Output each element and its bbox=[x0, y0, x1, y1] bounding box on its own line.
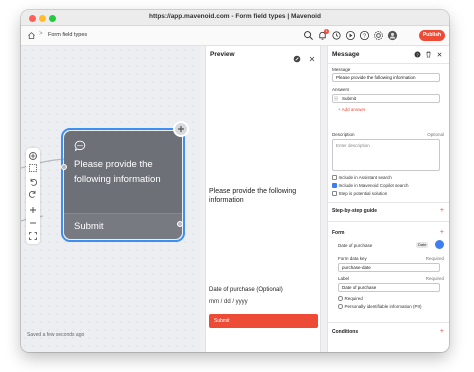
add-node-button[interactable] bbox=[173, 121, 189, 137]
notification-badge: 1 bbox=[324, 29, 329, 34]
preview-date-input[interactable]: mm / dd / yyyy bbox=[209, 299, 317, 305]
close-icon[interactable] bbox=[308, 55, 316, 63]
undo-icon[interactable] bbox=[28, 177, 38, 187]
trash-icon[interactable] bbox=[425, 51, 432, 58]
settings-icon[interactable] bbox=[373, 30, 384, 41]
node-answer-label: Submit bbox=[74, 221, 104, 232]
add-condition-button[interactable]: + bbox=[440, 328, 444, 335]
copilot-search-option[interactable]: Include in Mavenoid Copilot search bbox=[332, 183, 409, 188]
avatar-icon[interactable] bbox=[387, 30, 398, 41]
checkbox[interactable] bbox=[332, 191, 337, 196]
form-item-label[interactable]: Date of purchase bbox=[338, 243, 372, 248]
potential-solution-option[interactable]: Step is potential solution bbox=[332, 191, 387, 196]
divider bbox=[328, 322, 449, 323]
panel-title: Message bbox=[332, 51, 360, 58]
divider bbox=[328, 202, 449, 203]
save-status: Saved a few seconds ago bbox=[27, 332, 85, 338]
edit-icon[interactable] bbox=[293, 55, 301, 63]
drag-icon[interactable] bbox=[334, 96, 338, 101]
help-icon[interactable]: ? bbox=[414, 51, 421, 58]
form-data-key-field[interactable]: purchase-date bbox=[338, 263, 440, 272]
copilot-search-label: Include in Mavenoid Copilot search bbox=[338, 183, 409, 188]
properties-panel: Message ? Message Please provide the fol… bbox=[327, 46, 449, 352]
checkbox[interactable] bbox=[338, 296, 343, 301]
required-option[interactable]: Required bbox=[338, 296, 363, 301]
label-required: Required bbox=[425, 276, 444, 281]
play-icon[interactable] bbox=[345, 30, 356, 41]
step-by-step-section[interactable]: Step-by-step guide bbox=[332, 208, 377, 214]
history-icon[interactable] bbox=[331, 30, 342, 41]
breadcrumb-current[interactable]: Form field types bbox=[48, 32, 87, 38]
potential-solution-label: Step is potential solution bbox=[338, 191, 388, 196]
assistant-search-option[interactable]: Include in Assistant search bbox=[332, 175, 392, 180]
conditions-section[interactable]: Conditions bbox=[332, 329, 358, 335]
checkbox[interactable] bbox=[332, 175, 337, 180]
search-icon[interactable] bbox=[303, 30, 314, 41]
plus-icon bbox=[178, 126, 184, 132]
answer-field[interactable]: Submit bbox=[332, 94, 440, 103]
form-data-key-required: Required bbox=[425, 256, 444, 261]
fit-icon[interactable] bbox=[28, 231, 38, 241]
label-label: Label bbox=[338, 276, 350, 281]
divider bbox=[328, 221, 449, 222]
checkbox[interactable] bbox=[338, 304, 343, 309]
flow-canvas[interactable]: Please provide the following information… bbox=[21, 46, 200, 352]
browser-window: https://app.mavenoid.com - Form field ty… bbox=[21, 10, 449, 352]
answers-label: Answers bbox=[332, 87, 350, 92]
titlebar: https://app.mavenoid.com - Form field ty… bbox=[21, 10, 449, 26]
message-field[interactable]: Please provide the following information bbox=[332, 73, 440, 82]
description-field[interactable]: Enter description bbox=[332, 139, 440, 171]
form-item-toggle[interactable] bbox=[435, 240, 444, 249]
form-data-key-label: Form data key bbox=[338, 256, 367, 261]
checkbox[interactable] bbox=[332, 183, 337, 188]
description-label: Description bbox=[332, 132, 355, 137]
redo-icon[interactable] bbox=[28, 189, 38, 199]
preview-title: Preview bbox=[210, 51, 235, 58]
node-message-text: Please provide the following information bbox=[74, 159, 161, 185]
zoom-in-icon[interactable] bbox=[28, 205, 38, 215]
preview-actions bbox=[293, 50, 316, 68]
message-node[interactable]: Please provide the following information… bbox=[64, 131, 182, 239]
node-output-handle[interactable] bbox=[177, 221, 183, 227]
node-input-handle[interactable] bbox=[61, 164, 67, 170]
label-field[interactable]: Date of purchase bbox=[338, 283, 440, 292]
publish-button[interactable]: Publish bbox=[419, 30, 445, 41]
assistant-search-label: Include in Assistant search bbox=[338, 175, 392, 180]
add-step-button[interactable]: + bbox=[440, 207, 444, 214]
window-title: https://app.mavenoid.com - Form field ty… bbox=[149, 13, 321, 20]
home-icon[interactable] bbox=[27, 31, 36, 40]
preview-date-label: Date of purchase (Optional) bbox=[209, 287, 283, 293]
add-answer-link[interactable]: + Add answer bbox=[338, 107, 365, 112]
preview-submit-button[interactable]: Submit bbox=[209, 314, 318, 328]
svg-text:?: ? bbox=[363, 34, 366, 40]
pii-option[interactable]: Personally identifiable information (PII… bbox=[338, 304, 422, 309]
zoom-out-icon[interactable] bbox=[28, 218, 38, 228]
close-icon[interactable] bbox=[436, 51, 443, 58]
divider bbox=[328, 63, 449, 64]
select-icon[interactable] bbox=[28, 163, 38, 173]
preview-message: Please provide the following information bbox=[209, 188, 297, 204]
form-item-type-tag: Date bbox=[416, 242, 429, 248]
cursor-icon[interactable] bbox=[28, 151, 38, 161]
node-answer-submit[interactable]: Submit bbox=[64, 213, 182, 239]
preview-pane: Preview Please provide the following inf… bbox=[205, 46, 321, 352]
app-header: > Form field types 1 ? Publish bbox=[21, 26, 449, 46]
canvas-toolbar bbox=[26, 148, 40, 244]
add-form-field-button[interactable]: + bbox=[440, 229, 444, 236]
description-optional: Optional bbox=[427, 132, 444, 137]
message-label: Message bbox=[332, 67, 351, 72]
help-icon[interactable]: ? bbox=[359, 30, 370, 41]
chat-icon bbox=[74, 140, 86, 152]
pii-label: Personally identifiable information (PII… bbox=[344, 304, 422, 309]
required-label: Required bbox=[344, 296, 363, 301]
form-section: Form bbox=[332, 230, 345, 236]
breadcrumb-separator: > bbox=[39, 31, 43, 37]
